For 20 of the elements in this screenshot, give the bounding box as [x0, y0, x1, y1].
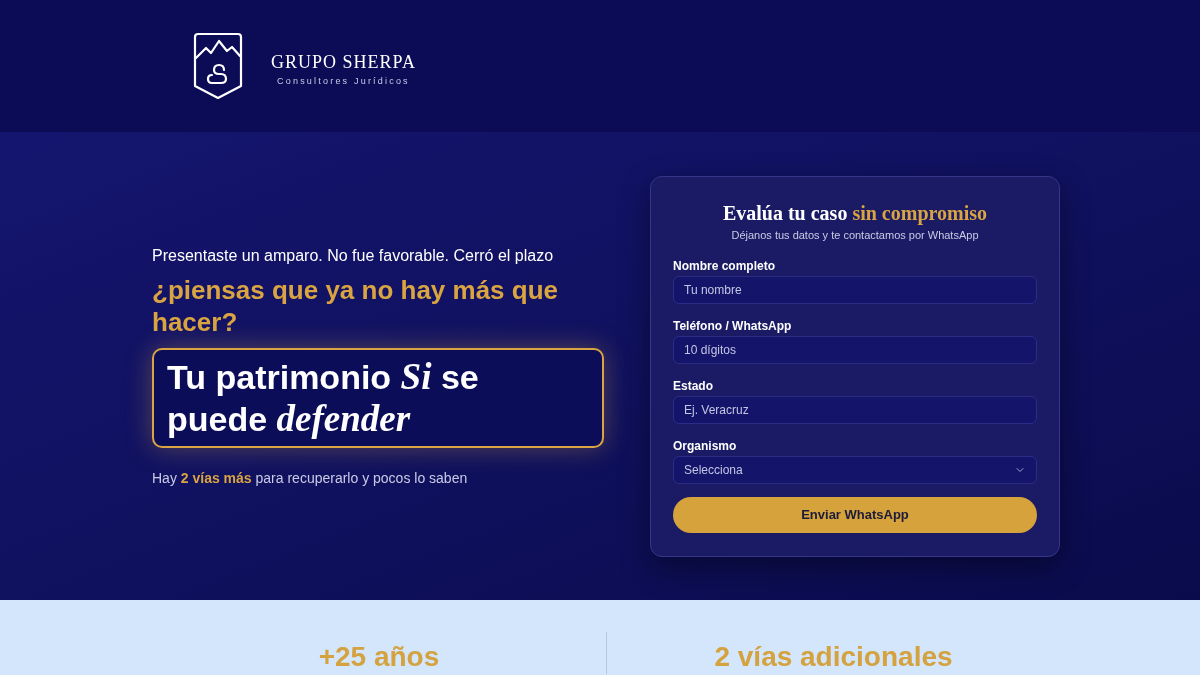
input-field[interactable]: 10 dígitos	[673, 335, 1037, 364]
brand-name: GRUPO SHERPA	[271, 51, 416, 72]
submit-button[interactable]: Enviar WhatsApp	[673, 496, 1037, 533]
stat-value: +25 años	[318, 640, 440, 674]
select-field[interactable]: Selecciona	[673, 455, 1037, 484]
input-field[interactable]: Ej. Veracruz	[673, 395, 1037, 424]
field-label: Organismo	[673, 437, 737, 454]
stat-value: 2 vías adicionales	[714, 640, 953, 674]
headline-callout: Tu patrimonio Si se puede defender	[152, 348, 604, 448]
question-heading: ¿piensas que ya no hay más que hacer?	[152, 274, 560, 338]
intro-text: Presentaste un amparo. No fue favorable. Cerró el plazo	[152, 246, 555, 266]
field-label: Estado	[673, 377, 713, 394]
form-title: Evalúa tu caso sin compromiso	[722, 200, 988, 227]
shield-logo	[192, 32, 244, 100]
note-text: Hay 2 vías más para recuperarlo y pocos lo saben	[152, 469, 469, 488]
field-label: Nombre completo	[673, 257, 775, 274]
brand-tagline: Consultores Jurídicos	[277, 74, 410, 87]
form-subtitle: Déjanos tus datos y te contactamos por WhatsApp	[731, 227, 979, 243]
field-label: Teléfono / WhatsApp	[673, 317, 792, 334]
input-field[interactable]: Tu nombre	[673, 275, 1037, 304]
